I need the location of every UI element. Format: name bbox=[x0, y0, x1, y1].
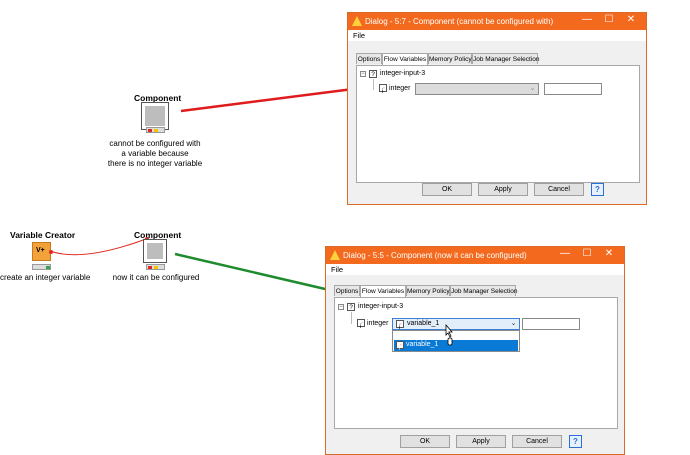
mouse-cursor-icon bbox=[445, 324, 453, 346]
dialog-titlebar[interactable]: Dialog - 5:7 - Component (cannot be conf… bbox=[348, 13, 646, 30]
variable-creator-title: Variable Creator bbox=[10, 230, 76, 240]
help-button[interactable]: ? bbox=[591, 183, 604, 196]
warning-icon bbox=[352, 16, 362, 26]
dialog-cannot-configure: Dialog - 5:7 - Component (cannot be conf… bbox=[347, 12, 647, 205]
tab-options[interactable]: Options bbox=[356, 53, 382, 64]
status-traffic-light bbox=[32, 264, 51, 270]
question-mark-icon: ? bbox=[369, 70, 377, 78]
param-label: integer bbox=[367, 320, 389, 327]
tab-bar: Options Flow Variables Memory Policy Job… bbox=[334, 285, 624, 297]
help-button[interactable]: ? bbox=[569, 435, 582, 448]
apply-button[interactable]: Apply bbox=[456, 435, 506, 448]
ok-button[interactable]: OK bbox=[400, 435, 450, 448]
variable-creator-caption: create an integer variable bbox=[0, 273, 91, 282]
tree-line bbox=[351, 312, 352, 324]
component-bottom-caption: now it can be configured bbox=[112, 273, 200, 282]
caption-line-2: a variable because bbox=[121, 149, 189, 158]
maximize-button[interactable]: ☐ bbox=[598, 14, 620, 25]
status-traffic-light bbox=[146, 264, 165, 270]
close-button[interactable]: ✕ bbox=[620, 14, 642, 25]
caption-line-3: there is no integer variable bbox=[107, 159, 203, 168]
param-label: integer bbox=[389, 85, 411, 92]
integer-variable-icon: i" bbox=[396, 341, 404, 352]
integer-variable-icon: i" bbox=[357, 319, 365, 330]
chevron-down-icon: ⌄ bbox=[529, 85, 536, 92]
close-button[interactable]: ✕ bbox=[598, 248, 620, 259]
menu-file[interactable]: File bbox=[353, 31, 365, 40]
variable-combo-disabled[interactable]: ⌄ bbox=[415, 83, 539, 95]
integer-variable-icon: i" bbox=[379, 84, 387, 95]
tree-root-label: integer-input-3 bbox=[358, 303, 404, 310]
combo-value: variable_1 bbox=[407, 320, 440, 327]
component-top-caption: cannot be configured with a variable bec… bbox=[105, 139, 205, 169]
tree-root-label: integer-input-3 bbox=[380, 70, 426, 77]
variable-connection bbox=[49, 238, 147, 256]
minimize-button[interactable]: — bbox=[554, 248, 576, 259]
tab-job-manager[interactable]: Job Manager Selection bbox=[450, 285, 518, 296]
menu-file[interactable]: File bbox=[331, 265, 343, 274]
tab-job-manager[interactable]: Job Manager Selection bbox=[472, 53, 540, 64]
component-top-inner bbox=[145, 106, 165, 126]
dialog-title: Dialog - 5:7 - Component (cannot be conf… bbox=[365, 17, 554, 26]
tree-collapse-icon[interactable]: − bbox=[338, 304, 344, 310]
tab-options[interactable]: Options bbox=[334, 285, 360, 296]
caption-line-1: cannot be configured with bbox=[109, 139, 201, 148]
tree-collapse-icon[interactable]: − bbox=[360, 71, 366, 77]
tab-memory-policy[interactable]: Memory Policy bbox=[428, 53, 472, 64]
minimize-button[interactable]: — bbox=[576, 14, 598, 25]
tab-flow-variables[interactable]: Flow Variables bbox=[360, 285, 406, 297]
question-mark-icon: ? bbox=[347, 303, 355, 311]
apply-button[interactable]: Apply bbox=[478, 183, 528, 196]
menubar: File bbox=[326, 264, 624, 275]
chevron-down-icon: ⌄ bbox=[510, 320, 517, 327]
maximize-button[interactable]: ☐ bbox=[576, 248, 598, 259]
dropdown-list: i" variable_1 bbox=[392, 330, 520, 352]
status-traffic-light bbox=[146, 127, 165, 133]
menubar: File bbox=[348, 30, 646, 41]
variable-icon: V+ bbox=[36, 247, 45, 254]
cancel-button[interactable]: Cancel bbox=[534, 183, 584, 196]
dropdown-option[interactable]: i" variable_1 bbox=[394, 340, 518, 352]
dialog-titlebar[interactable]: Dialog - 5:5 - Component (now it can be … bbox=[326, 247, 624, 264]
red-arrow bbox=[180, 86, 362, 113]
warning-icon bbox=[330, 250, 340, 260]
component-bottom-inner bbox=[147, 243, 163, 259]
component-top-box[interactable] bbox=[141, 102, 169, 130]
cancel-button[interactable]: Cancel bbox=[512, 435, 562, 448]
dialog-can-configure: Dialog - 5:5 - Component (now it can be … bbox=[325, 246, 625, 455]
variable-name-field[interactable] bbox=[544, 83, 602, 95]
flow-variables-panel: − ? integer-input-3 i" integer i" variab… bbox=[334, 297, 618, 429]
flow-variables-panel: − ? integer-input-3 i" integer ⌄ bbox=[356, 65, 640, 183]
variable-name-field[interactable] bbox=[522, 318, 580, 330]
tree-line bbox=[373, 79, 374, 90]
tab-bar: Options Flow Variables Memory Policy Job… bbox=[356, 53, 646, 65]
variable-combo[interactable]: i" variable_1 ⌄ bbox=[392, 318, 520, 331]
integer-variable-icon: i" bbox=[396, 320, 404, 331]
tab-memory-policy[interactable]: Memory Policy bbox=[406, 285, 450, 296]
component-bottom-box[interactable] bbox=[143, 239, 167, 263]
ok-button[interactable]: OK bbox=[422, 183, 472, 196]
tab-flow-variables[interactable]: Flow Variables bbox=[382, 53, 428, 65]
dialog-title: Dialog - 5:5 - Component (now it can be … bbox=[343, 251, 527, 260]
dropdown-option-label: variable_1 bbox=[406, 341, 439, 348]
output-port[interactable] bbox=[49, 250, 53, 254]
